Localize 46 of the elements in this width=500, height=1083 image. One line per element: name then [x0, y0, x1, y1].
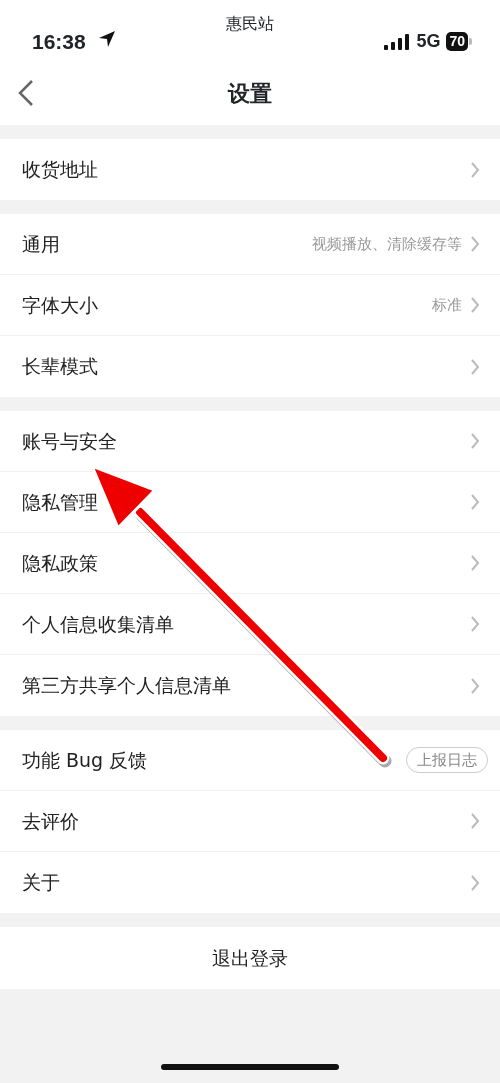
row-label: 去评价 [22, 808, 80, 834]
row-label: 第三方共享个人信息清单 [22, 673, 232, 699]
row-label: 收货地址 [22, 157, 99, 183]
chevron-right-icon [470, 676, 480, 695]
row-label: 关于 [22, 870, 61, 896]
chevron-right-icon [470, 812, 480, 830]
row-label: 隐私管理 [22, 489, 99, 515]
row-label: 个人信息收集清单 [22, 611, 175, 637]
settings-row[interactable]: 去评价 [0, 791, 500, 852]
settings-row[interactable]: 功能 Bug 反馈 上报日志 [0, 730, 500, 791]
chevron-right-icon [470, 873, 480, 892]
location-icon [98, 30, 116, 48]
settings-row[interactable]: 长辈模式 [0, 336, 500, 397]
row-label: 功能 Bug 反馈 [22, 747, 149, 773]
chevron-right-icon [470, 160, 480, 179]
chevron-right-icon [470, 432, 480, 450]
chevron-right-icon [470, 615, 480, 633]
row-label: 账号与安全 [22, 428, 118, 454]
settings-row[interactable]: 字体大小 标准 [0, 275, 500, 336]
logout-button[interactable]: 退出登录 [206, 942, 294, 974]
settings-row[interactable]: 关于 [0, 852, 500, 913]
chevron-right-icon [470, 554, 480, 572]
settings-row[interactable]: 隐私政策 [0, 533, 500, 594]
row-label: 长辈模式 [22, 354, 99, 380]
row-label: 隐私政策 [22, 550, 99, 576]
carrier-label: 惠民站 [225, 13, 275, 35]
settings-row[interactable]: 通用 视频播放、清除缓存等 [0, 214, 500, 275]
row-label: 字体大小 [22, 292, 99, 318]
chevron-right-icon [470, 296, 480, 314]
row-label: 通用 [22, 231, 61, 257]
network-label: 5G [416, 30, 441, 53]
chevron-right-icon [470, 493, 480, 511]
settings-row[interactable]: 第三方共享个人信息清单 [0, 655, 500, 716]
settings-row[interactable]: 个人信息收集清单 [0, 594, 500, 655]
chevron-right-icon [470, 235, 480, 253]
page-title: 设置 [228, 80, 272, 108]
settings-row[interactable]: 收货地址 [0, 139, 500, 200]
row-value: 标准 [432, 294, 462, 316]
back-button[interactable] [16, 78, 36, 108]
battery-level: 70 [446, 32, 468, 51]
signal-icon [384, 33, 411, 50]
report-log-button[interactable]: 上报日志 [406, 746, 488, 774]
status-time: 16:38 [32, 29, 86, 55]
chevron-right-icon [470, 357, 480, 376]
battery-cap-icon [469, 38, 472, 45]
row-value: 视频播放、清除缓存等 [312, 233, 462, 255]
